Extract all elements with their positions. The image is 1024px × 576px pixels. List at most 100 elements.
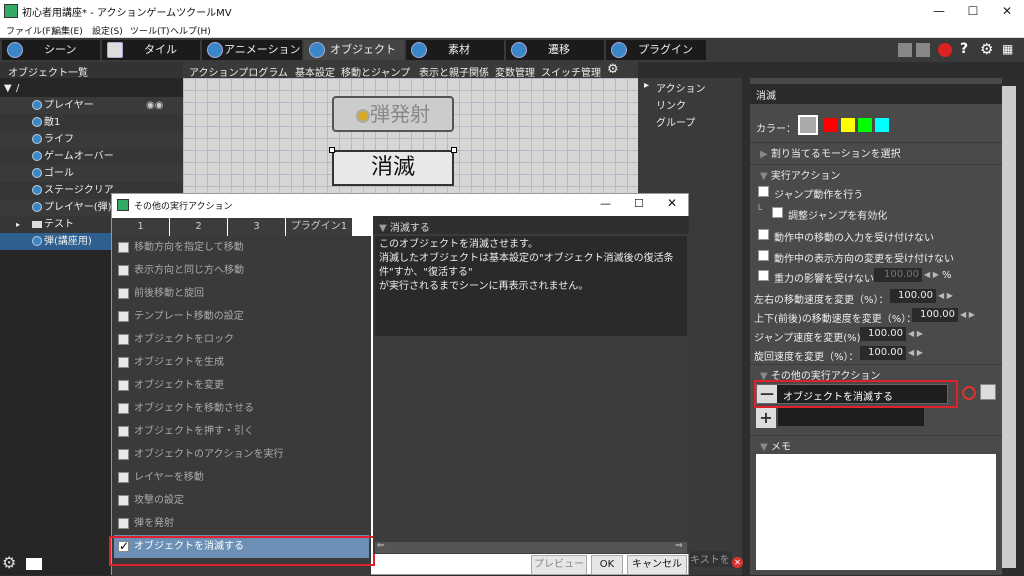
jump-speed-input[interactable]: 100.00 bbox=[860, 327, 906, 341]
disable-icon[interactable] bbox=[962, 386, 976, 400]
layout-icon[interactable]: ▦ bbox=[1002, 42, 1013, 56]
copy-icon[interactable] bbox=[980, 384, 996, 400]
gear-icon[interactable]: ⚙ bbox=[980, 40, 993, 58]
color-swatch-gray[interactable] bbox=[798, 115, 818, 135]
stepper-arrows[interactable]: ◀ ▶ bbox=[938, 291, 953, 300]
checkbox[interactable] bbox=[118, 265, 129, 276]
subtab-basic-settings[interactable]: 基本設定 bbox=[295, 64, 335, 79]
resize-handle[interactable] bbox=[451, 147, 457, 153]
subtab-switch[interactable]: スイッチ管理 bbox=[541, 64, 601, 79]
list-item[interactable]: オブジェクトをロック bbox=[114, 328, 369, 351]
checkbox[interactable] bbox=[118, 357, 129, 368]
list-item[interactable]: オブジェクトを移動させる bbox=[114, 397, 369, 420]
subtab-move-jump[interactable]: 移動とジャンプ bbox=[341, 64, 410, 79]
dialog-tab-plugin1[interactable]: プラグイン1 bbox=[286, 218, 352, 236]
add-icon[interactable]: + bbox=[756, 408, 776, 428]
list-item[interactable]: 敵1 bbox=[0, 114, 183, 131]
checkbox[interactable] bbox=[118, 518, 129, 529]
list-item[interactable]: レイヤーを移動 bbox=[114, 466, 369, 489]
menu-edit[interactable]: 編集(E) bbox=[52, 24, 83, 37]
stepper-arrows[interactable]: ◀ ▶ bbox=[924, 270, 939, 279]
tab-transition[interactable]: 遷移 bbox=[506, 40, 604, 60]
arrow-left-icon[interactable]: ⇐ bbox=[377, 541, 385, 551]
tab-plugin[interactable]: プラグイン bbox=[606, 40, 706, 60]
gravity-input[interactable]: 100.00 bbox=[874, 268, 922, 282]
scrollbar[interactable] bbox=[1002, 86, 1016, 568]
memo-textarea[interactable] bbox=[756, 454, 996, 570]
exec-section[interactable]: ▼ 実行アクション bbox=[750, 164, 1002, 182]
play-icon[interactable] bbox=[898, 43, 912, 57]
close-icon[interactable]: ✕ bbox=[732, 557, 743, 568]
window-icon[interactable] bbox=[26, 558, 42, 570]
dialog-tab-1[interactable]: 1 bbox=[112, 218, 169, 236]
ud-speed-input[interactable]: 100.00 bbox=[912, 308, 958, 322]
action-node-vanish[interactable]: 消滅 bbox=[332, 150, 454, 186]
checkbox[interactable] bbox=[118, 472, 129, 483]
minimize-button[interactable]: — bbox=[922, 0, 956, 22]
color-swatch-cyan[interactable] bbox=[875, 118, 889, 132]
stepper-arrows[interactable]: ◀ ▶ bbox=[960, 310, 975, 319]
checkbox[interactable] bbox=[118, 311, 129, 322]
tab-material[interactable]: 素材 bbox=[406, 40, 504, 60]
jump-checkbox[interactable] bbox=[758, 186, 769, 197]
link-action[interactable]: ▸ アクション bbox=[644, 80, 706, 95]
list-item[interactable]: 移動方向を指定して移動 bbox=[114, 236, 369, 259]
action-node-fire[interactable]: 弾発射 bbox=[332, 96, 454, 132]
dialog-tab-2[interactable]: 2 bbox=[170, 218, 227, 236]
help-icon[interactable]: ? bbox=[960, 41, 968, 57]
preview-button[interactable]: プレビュー bbox=[531, 555, 587, 575]
stop-icon[interactable] bbox=[916, 43, 930, 57]
gear-icon[interactable]: ⚙ bbox=[607, 62, 619, 77]
list-item[interactable]: 攻撃の設定 bbox=[114, 489, 369, 512]
gear-icon[interactable]: ⚙ bbox=[2, 553, 16, 572]
list-item[interactable]: オブジェクトのアクションを実行 bbox=[114, 443, 369, 466]
color-swatch-yellow[interactable] bbox=[841, 118, 855, 132]
list-item[interactable]: 前後移動と旋回 bbox=[114, 282, 369, 305]
checkbox[interactable] bbox=[118, 288, 129, 299]
ok-button[interactable]: OK bbox=[591, 555, 623, 575]
menu-tools[interactable]: ツール(T) bbox=[130, 24, 170, 37]
checkbox[interactable] bbox=[118, 449, 129, 460]
checkbox[interactable] bbox=[118, 242, 129, 253]
checkbox[interactable] bbox=[118, 403, 129, 414]
add-action-slot[interactable] bbox=[778, 408, 924, 426]
checkbox[interactable] bbox=[118, 334, 129, 345]
dialog-tab-3[interactable]: 3 bbox=[228, 218, 285, 236]
horizontal-scrollbar[interactable]: ⇐ ⇒ bbox=[375, 541, 687, 553]
resize-handle[interactable] bbox=[329, 147, 335, 153]
subtab-variable[interactable]: 変数管理 bbox=[495, 64, 535, 79]
list-item[interactable]: ゲームオーバー bbox=[0, 148, 183, 165]
stepper-arrows[interactable]: ◀ ▶ bbox=[908, 329, 923, 338]
maximize-button[interactable]: ☐ bbox=[956, 0, 990, 22]
subtab-action-program[interactable]: アクションプログラム bbox=[189, 64, 288, 79]
color-swatch-green[interactable] bbox=[858, 118, 872, 132]
turn-speed-input[interactable]: 100.00 bbox=[860, 346, 906, 360]
minimize-button[interactable]: — bbox=[600, 197, 611, 210]
maximize-button[interactable]: ☐ bbox=[634, 197, 644, 210]
color-swatch-red[interactable] bbox=[824, 118, 838, 132]
menu-file[interactable]: ファイル(F) bbox=[6, 24, 54, 37]
list-item[interactable]: オブジェクトを押す・引く bbox=[114, 420, 369, 443]
close-button[interactable]: ✕ bbox=[667, 196, 677, 210]
tab-object[interactable]: オブジェクト bbox=[304, 40, 404, 60]
menu-settings[interactable]: 設定(S) bbox=[92, 24, 123, 37]
cancel-button[interactable]: キャンセル bbox=[627, 555, 687, 575]
no-move-input-checkbox[interactable] bbox=[758, 229, 769, 240]
list-item[interactable]: 弾を発射 bbox=[114, 512, 369, 535]
list-item[interactable]: オブジェクトを変更 bbox=[114, 374, 369, 397]
list-item[interactable]: プレイヤー ◉◉ bbox=[0, 97, 183, 114]
list-item[interactable]: ライフ bbox=[0, 131, 183, 148]
checkbox[interactable] bbox=[118, 495, 129, 506]
tab-scene[interactable]: シーン bbox=[2, 40, 100, 60]
list-item[interactable]: オブジェクトを生成 bbox=[114, 351, 369, 374]
list-item[interactable]: 表示方向と同じ方へ移動 bbox=[114, 259, 369, 282]
close-button[interactable]: ✕ bbox=[990, 0, 1024, 22]
subtab-display-parent[interactable]: 表示と親子関係 bbox=[419, 64, 489, 79]
list-item[interactable]: ゴール bbox=[0, 165, 183, 182]
stepper-arrows[interactable]: ◀ ▶ bbox=[908, 348, 923, 357]
menu-help[interactable]: ヘルプ(H) bbox=[170, 24, 211, 37]
link-group[interactable]: グループ bbox=[656, 114, 695, 129]
no-dir-change-checkbox[interactable] bbox=[758, 250, 769, 261]
link-link[interactable]: リンク bbox=[656, 97, 686, 112]
checkbox[interactable] bbox=[118, 380, 129, 391]
